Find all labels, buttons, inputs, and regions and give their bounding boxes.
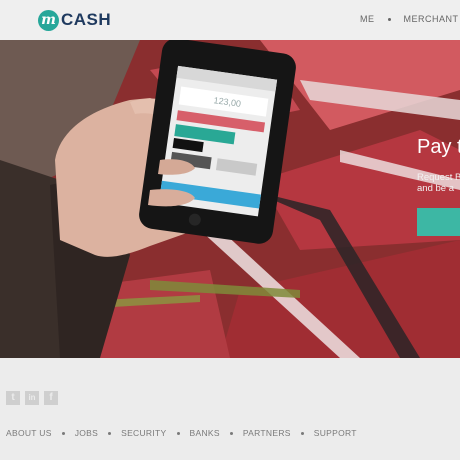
hero-banner: 123,00 Pay t Request B and be a xyxy=(0,40,460,358)
top-bar: m CASH ME MERCHANT xyxy=(0,0,460,40)
hero-subtitle-line-2: and be a xyxy=(417,183,454,194)
footer-link-about-us[interactable]: ABOUT US xyxy=(6,428,52,438)
main-nav: ME MERCHANT xyxy=(360,14,459,24)
footer-separator xyxy=(61,431,65,435)
hero-photo: 123,00 xyxy=(0,40,460,358)
footer-link-partners[interactable]: PARTNERS xyxy=(243,428,291,438)
footer-separator xyxy=(108,431,112,435)
nav-separator xyxy=(387,17,391,21)
footer-link-support[interactable]: SUPPORT xyxy=(314,428,357,438)
logo-mark-icon: m xyxy=(38,9,59,31)
facebook-icon[interactable]: f xyxy=(44,391,58,405)
footer-separator xyxy=(300,431,304,435)
footer-link-security[interactable]: SECURITY xyxy=(121,428,166,438)
footer-nav: ABOUT US JOBS SECURITY BANKS PARTNERS SU… xyxy=(6,428,357,438)
twitter-icon[interactable]: t xyxy=(6,391,20,405)
logo-wordmark: CASH xyxy=(61,10,112,29)
nav-item-me[interactable]: ME xyxy=(360,14,375,24)
hero-subtitle: Request B and be a xyxy=(417,172,460,194)
hero-headline: Pay t xyxy=(417,136,460,158)
nav-item-merchant[interactable]: MERCHANT xyxy=(404,14,459,24)
hero-subtitle-line-1: Request B xyxy=(417,172,460,183)
footer-separator xyxy=(176,431,180,435)
linkedin-icon[interactable]: in xyxy=(25,391,39,405)
footer-link-jobs[interactable]: JOBS xyxy=(75,428,98,438)
hero-cta-button[interactable] xyxy=(417,208,460,236)
social-links: t in f xyxy=(6,391,58,405)
footer-link-banks[interactable]: BANKS xyxy=(190,428,220,438)
mcash-logo[interactable]: m CASH xyxy=(38,9,111,31)
footer-separator xyxy=(229,431,233,435)
